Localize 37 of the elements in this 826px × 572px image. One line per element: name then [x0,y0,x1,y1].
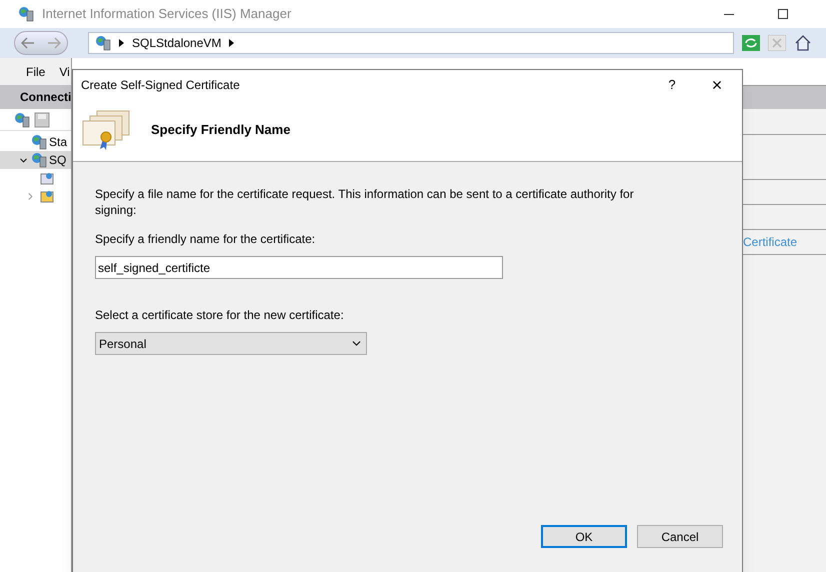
stop-icon[interactable] [768,35,786,51]
menu-item[interactable]: File [26,62,46,80]
breadcrumb-arrow-icon [119,39,124,47]
back-icon [21,37,35,49]
tree-item[interactable]: SQ [0,151,71,169]
breadcrumb-arrow-icon [229,39,234,47]
folder-icon[interactable] [40,189,54,203]
intro-text: Specify a file name for the certificate request. This information can be sent to a certificate authority for signing: [95,186,635,218]
menu-item[interactable]: Vi [59,62,70,80]
dialog-title: Create Self-Signed Certificate [81,76,241,94]
server-icon [31,152,47,168]
app-icon [18,6,34,22]
field-label: Select a certificate store for the new certificate: [95,307,345,324]
window-title: Internet Information Services (IIS) Manager [42,5,292,24]
home-icon[interactable] [794,35,812,51]
save-icon[interactable] [34,112,50,128]
close-button[interactable]: × [692,76,742,94]
help-button[interactable]: ? [652,74,692,94]
dialog-button[interactable]: OK [541,525,627,548]
dialog-button[interactable]: Cancel [637,525,723,548]
friendly-name-field[interactable]: self_signed_certificte [95,256,503,279]
connect-icon [14,112,30,128]
maximize-icon[interactable] [778,9,788,19]
back-forward-buttons[interactable] [14,31,68,55]
server-icon [95,35,111,51]
dialog-heading: Specify Friendly Name [151,121,290,140]
pool-icon[interactable] [40,171,54,185]
certificate-icon [81,109,131,151]
refresh-icon[interactable] [742,35,760,51]
connections-header: Connecti [0,85,71,109]
address-bar[interactable]: SQLStdaloneVM [88,32,734,54]
certificate-store-dropdown[interactable]: Personal [95,332,367,355]
server-icon [31,134,47,150]
tree-item[interactable]: Sta [0,133,71,151]
field-label: Specify a friendly name for the certificate: [95,231,316,248]
forward-icon [47,37,61,49]
breadcrumb-item[interactable]: SQLStdaloneVM [132,34,222,52]
